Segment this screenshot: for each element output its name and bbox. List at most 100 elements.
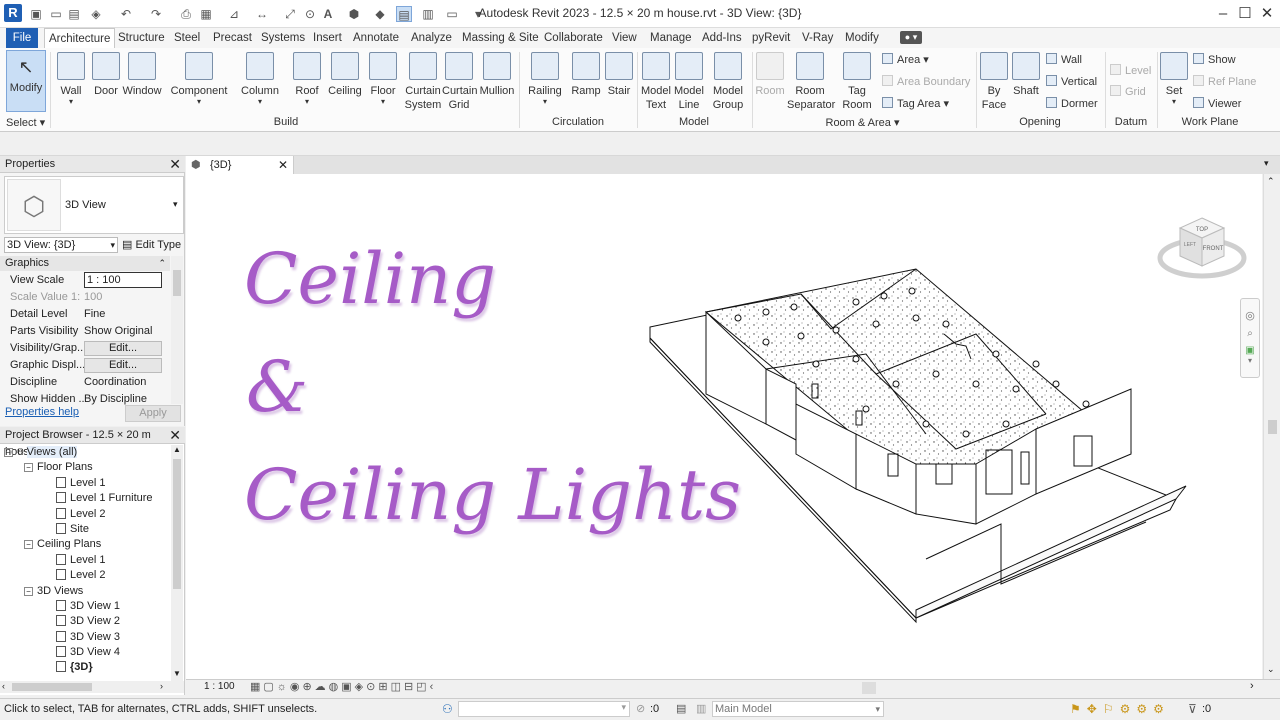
scroll-left-icon[interactable]: ‹: [2, 681, 5, 691]
edit-type-button[interactable]: ▤ Edit Type: [122, 237, 181, 253]
workset-icon[interactable]: ⚇: [442, 702, 453, 716]
curtain-grid-button[interactable]: Curtain Grid: [442, 50, 477, 112]
column-button[interactable]: Column ▾: [240, 50, 280, 106]
tab-manage[interactable]: Manage: [648, 28, 694, 48]
model-group-button[interactable]: Model Group: [708, 50, 748, 112]
redo-icon[interactable]: ↷: [148, 6, 164, 22]
tree-node-ceiling-plans[interactable]: − Ceiling Plans: [4, 537, 170, 552]
area-button[interactable]: Area ▾: [882, 52, 929, 68]
vertical-button[interactable]: Vertical: [1046, 74, 1097, 90]
graphics-section[interactable]: Graphics ⌃: [0, 256, 170, 271]
tab-annotate[interactable]: Annotate: [351, 28, 401, 48]
tree-item-ceiling-level-1[interactable]: Level 1: [4, 553, 170, 568]
tree-item-floor-site[interactable]: Site: [4, 522, 170, 537]
tab-view[interactable]: View: [610, 28, 639, 48]
view-tab-3d[interactable]: ⬢ {3D} ✕: [186, 156, 294, 174]
scroll-thumb[interactable]: [12, 683, 92, 691]
collapse-icon[interactable]: −: [24, 586, 33, 596]
window-button[interactable]: Window: [122, 50, 162, 98]
visibility-edit-button[interactable]: Edit...: [84, 341, 162, 356]
zoom-icon[interactable]: ⌕: [1241, 328, 1259, 339]
sync-icon[interactable]: ◈: [88, 6, 104, 22]
model-line-button[interactable]: Model Line: [673, 50, 705, 112]
curtain-system-button[interactable]: Curtain System: [404, 50, 442, 112]
canvas-vscrollbar[interactable]: ⌃ ⌄: [1263, 174, 1280, 679]
align-icon[interactable]: ⤢: [282, 6, 298, 22]
section-icon[interactable]: ◆: [372, 6, 388, 22]
tab-vray[interactable]: V-Ray: [800, 28, 835, 48]
tree-node-views[interactable]: − ⌾ Views (all): [4, 445, 170, 460]
graphic-display-edit-button[interactable]: Edit...: [84, 358, 162, 373]
3d-view-icon[interactable]: ⬢: [346, 6, 362, 22]
collapse-icon[interactable]: −: [24, 540, 33, 550]
ribbon-toggle-icon[interactable]: ● ▾: [900, 31, 922, 44]
scroll-right-icon[interactable]: ›: [1250, 680, 1254, 692]
chevron-down-icon[interactable]: ▾: [1241, 356, 1259, 365]
export-icon[interactable]: ▦: [198, 6, 214, 22]
railing-button[interactable]: Railing ▾: [526, 50, 564, 106]
tree-item-3d-view-1[interactable]: 3D View 1: [4, 599, 170, 614]
tag-icon[interactable]: ⊙: [302, 6, 318, 22]
wall-button[interactable]: Wall ▾: [56, 50, 86, 106]
scroll-up-icon[interactable]: ▲: [171, 445, 183, 455]
prop-row-discipline[interactable]: Discipline Coordination: [4, 374, 169, 391]
save-icon[interactable]: ▤: [66, 6, 82, 22]
grid-button[interactable]: Grid: [1110, 84, 1146, 100]
stair-button[interactable]: Stair: [604, 50, 634, 98]
component-button[interactable]: Component ▾: [170, 50, 228, 106]
scroll-right-icon[interactable]: ›: [160, 681, 163, 691]
design-option-select[interactable]: Main Model ▾: [712, 701, 884, 717]
model-text-button[interactable]: Model Text: [640, 50, 672, 112]
open-icon[interactable]: ▭: [48, 6, 64, 22]
tree-item-floor-level-1[interactable]: Level 1: [4, 476, 170, 491]
switch-windows-icon[interactable]: ▭: [444, 6, 460, 22]
door-button[interactable]: Door: [92, 50, 120, 98]
tree-item-3d-view-4[interactable]: 3D View 4: [4, 645, 170, 660]
thin-lines-icon[interactable]: ▤: [396, 6, 412, 22]
properties-help-link[interactable]: Properties help: [5, 406, 79, 418]
tree-item-3d-current[interactable]: {3D}: [4, 660, 170, 675]
minimize-icon[interactable]: –: [1212, 4, 1234, 24]
scroll-thumb[interactable]: [1268, 420, 1277, 434]
prop-row-detail-level[interactable]: Detail Level Fine: [4, 306, 169, 323]
close-icon[interactable]: ✕: [278, 156, 288, 174]
tab-modify[interactable]: Modify: [843, 28, 881, 48]
level-button[interactable]: Level: [1110, 63, 1151, 79]
scroll-thumb[interactable]: [173, 270, 181, 296]
tag-area-button[interactable]: Tag Area ▾: [882, 96, 949, 112]
properties-scrollbar[interactable]: [171, 256, 183, 404]
tree-node-floor-plans[interactable]: − Floor Plans: [4, 460, 170, 475]
instance-filter-select[interactable]: 3D View: {3D} ▾: [4, 237, 118, 253]
tree-item-ceiling-level-2[interactable]: Level 2: [4, 568, 170, 583]
view-control-icons[interactable]: ▦▢☼◉⊕☁◍▣◈⊙⊞◫⊟◰‹: [250, 680, 436, 693]
measure-icon[interactable]: ⊿: [226, 6, 242, 22]
scroll-down-icon[interactable]: ⌄: [1267, 664, 1275, 675]
tab-massing-site[interactable]: Massing & Site: [460, 28, 541, 48]
prop-row-parts-visibility[interactable]: Parts Visibility Show Original: [4, 323, 169, 340]
type-selector[interactable]: ⬡ 3D View ▾: [4, 176, 184, 234]
tab-add-ins[interactable]: Add-Ins: [700, 28, 744, 48]
tab-file[interactable]: File: [6, 28, 38, 48]
close-icon[interactable]: ✕: [1256, 4, 1278, 24]
tree-item-floor-level-1-furniture[interactable]: Level 1 Furniture: [4, 491, 170, 506]
dimension-icon[interactable]: ↔: [254, 6, 270, 22]
view-scale-input[interactable]: 1 : 100: [84, 272, 162, 288]
wall-opening-button[interactable]: Wall: [1046, 52, 1082, 68]
selection-option-icons[interactable]: ⚑✥⚐⚙⚙⚙: [1070, 702, 1170, 716]
close-icon[interactable]: ✕: [169, 427, 181, 443]
undo-icon[interactable]: ↶: [118, 6, 134, 22]
tree-item-floor-level-2[interactable]: Level 2: [4, 507, 170, 522]
view-scale-control[interactable]: 1 : 100: [204, 681, 235, 692]
text-icon[interactable]: A: [320, 6, 336, 22]
room-button[interactable]: Room: [755, 50, 785, 98]
browser-hscrollbar[interactable]: ‹ ›: [0, 681, 184, 693]
tab-steel[interactable]: Steel: [172, 28, 202, 48]
apply-button[interactable]: Apply: [125, 405, 181, 422]
tab-structure[interactable]: Structure: [116, 28, 167, 48]
close-hidden-icon[interactable]: ▥: [420, 6, 436, 22]
tab-list-icon[interactable]: ▾: [1264, 158, 1269, 169]
chevron-down-icon[interactable]: ▾: [173, 199, 178, 210]
scroll-thumb[interactable]: [173, 459, 181, 589]
tab-precast[interactable]: Precast: [211, 28, 254, 48]
filter-icon[interactable]: ⊽: [1188, 702, 1197, 716]
